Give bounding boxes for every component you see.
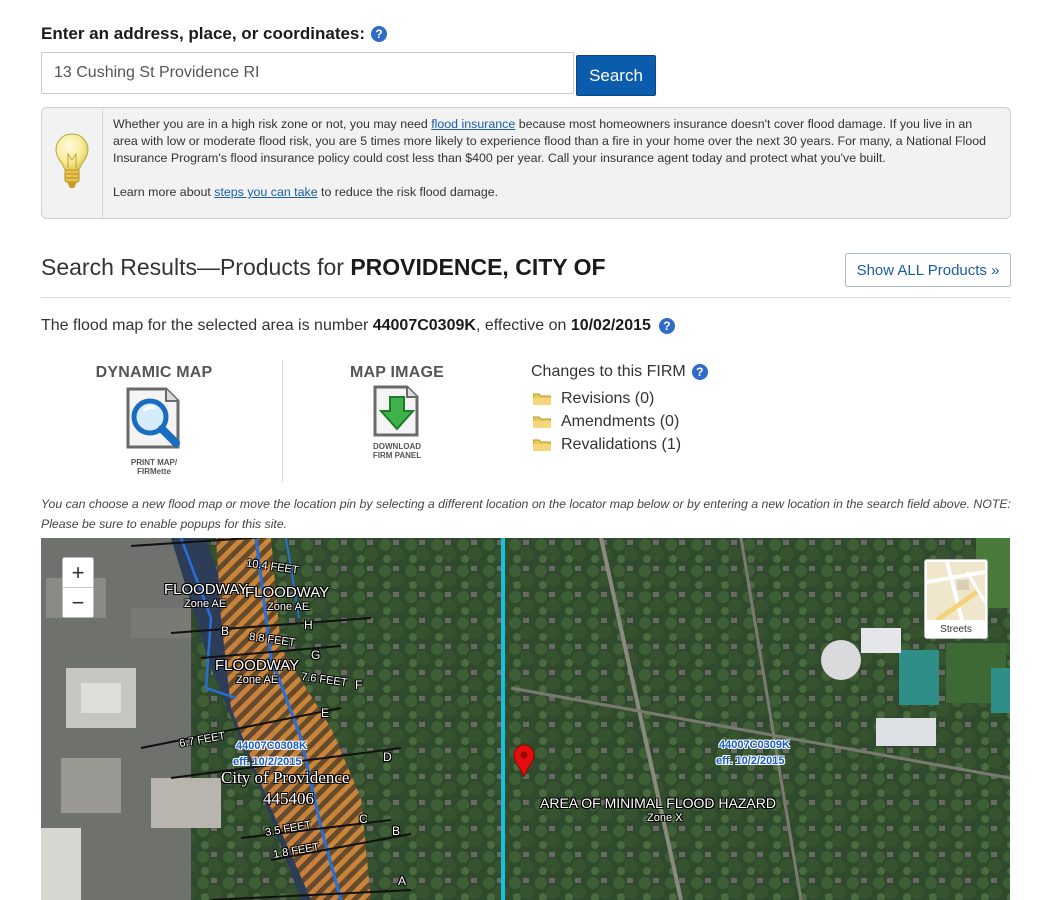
map-image-heading: MAP IMAGE: [350, 364, 444, 381]
flood-prefix: The flood map for the selected area is n…: [41, 317, 373, 334]
changes-panel: Changes to this FIRM ? Revisions (0) Ame…: [531, 363, 708, 456]
map-label: eff. 10/2/2015: [233, 756, 302, 768]
folder-icon: [533, 393, 551, 405]
change-item-revalidations[interactable]: Revalidations (1): [533, 433, 708, 456]
map-label: 10.4 FEET: [245, 557, 300, 577]
steps-link[interactable]: steps you can take: [214, 185, 317, 199]
dynamic-map-heading: DYNAMIC MAP: [95, 364, 213, 381]
map-label: A: [398, 874, 407, 888]
dynamic-map-product[interactable]: DYNAMIC MAP PRINT MAP/FIRMette: [91, 364, 217, 476]
flood-mid: , effective on: [475, 317, 571, 334]
search-input[interactable]: [41, 52, 574, 94]
folder-icon: [533, 416, 551, 428]
map-image-product[interactable]: MAP IMAGE DOWNLOAD FIRM PANEL: [337, 364, 457, 460]
map-label: City of Providence: [221, 768, 350, 787]
basemap-toggle[interactable]: Streets: [924, 559, 988, 639]
map-label: FLOODWAY: [245, 584, 330, 601]
map-label: 445406: [263, 789, 314, 808]
help-icon[interactable]: ?: [658, 318, 675, 334]
info-text: Whether you are in a high risk zone or n…: [113, 116, 993, 201]
map-label: Zone AE: [236, 674, 279, 686]
map-label: 44007C0309K: [719, 739, 790, 751]
map-label: FLOODWAY: [164, 581, 249, 598]
zoom-control: + −: [62, 557, 94, 618]
change-label: Revalidations (1): [561, 435, 682, 453]
image-sub1: DOWNLOAD: [373, 442, 421, 451]
locator-map[interactable]: FLOODWAY Zone AE FLOODWAY Zone AE FLOODW…: [41, 538, 1010, 900]
flood-insurance-link[interactable]: flood insurance: [431, 117, 515, 131]
flood-map-info: The flood map for the selected area is n…: [41, 317, 675, 335]
dynamic-sub2: FIRMette: [137, 467, 171, 476]
map-label: B: [392, 824, 401, 838]
results-title-prefix: Search Results—Products for: [41, 254, 351, 280]
search-label: Enter an address, place, or coordinates:…: [41, 24, 388, 44]
info-p1-text: Whether you are in a high risk zone or n…: [113, 117, 432, 131]
map-label: C: [359, 812, 368, 826]
print-map-icon[interactable]: [122, 385, 186, 451]
map-label: 1.8 FEET: [272, 841, 321, 861]
search-label-text: Enter an address, place, or coordinates:: [41, 24, 366, 43]
map-label: 3.5 FEET: [264, 819, 313, 839]
map-label: AREA OF MINIMAL FLOOD HAZARD: [540, 795, 776, 811]
map-label: 8.8 FEET: [248, 630, 297, 650]
zoom-out-button[interactable]: −: [63, 588, 93, 617]
change-label: Amendments (0): [561, 412, 680, 430]
locator-note: You can choose a new flood map or move t…: [41, 497, 1011, 531]
map-label: Zone X: [647, 812, 683, 824]
basemap-label: Streets: [940, 624, 972, 635]
map-label: H: [304, 618, 313, 632]
help-icon[interactable]: ?: [691, 364, 708, 380]
map-number: 44007C0309K: [372, 317, 476, 334]
basemap-thumbnail: [927, 562, 985, 620]
help-icon[interactable]: ?: [371, 26, 388, 42]
change-label: Revisions (0): [561, 389, 655, 407]
info-icon-cell: [42, 108, 103, 218]
changes-title: Changes to this FIRM: [531, 363, 686, 380]
map-label: F: [355, 678, 363, 692]
results-place: PROVIDENCE, CITY OF: [350, 254, 606, 280]
map-label: Zone AE: [184, 598, 227, 610]
change-item-revisions[interactable]: Revisions (0): [533, 387, 708, 410]
dynamic-sub1: PRINT MAP/: [130, 458, 178, 467]
change-item-amendments[interactable]: Amendments (0): [533, 410, 708, 433]
results-title: Search Results—Products for PROVIDENCE, …: [41, 254, 606, 281]
map-label: Zone AE: [267, 601, 310, 613]
info-p2-text-cont: to reduce the risk flood damage.: [317, 185, 499, 199]
download-icon[interactable]: [371, 385, 423, 437]
map-label: eff. 10/2/2015: [716, 755, 785, 767]
show-all-products-button[interactable]: Show ALL Products »: [845, 253, 1011, 287]
map-label: 6.7 FEET: [178, 730, 227, 750]
map-label: 7.6 FEET: [300, 670, 349, 690]
search-button[interactable]: Search: [576, 55, 656, 96]
info-p2-text: Learn more about: [113, 185, 215, 199]
map-label: FLOODWAY: [215, 657, 300, 674]
zoom-in-button[interactable]: +: [63, 558, 93, 587]
map-label: D: [383, 750, 392, 764]
column-separator: [282, 360, 283, 482]
lightbulb-icon: [55, 133, 89, 188]
divider: [41, 297, 1011, 298]
folder-icon: [533, 439, 551, 451]
image-sub2: FIRM PANEL: [372, 451, 422, 460]
flood-insurance-info-box: Whether you are in a high risk zone or n…: [41, 107, 1011, 219]
effective-date: 10/02/2015: [570, 317, 651, 334]
map-labels: FLOODWAY Zone AE FLOODWAY Zone AE FLOODW…: [41, 538, 1010, 900]
map-label: 44007C0308K: [236, 740, 307, 752]
map-label: B: [221, 624, 230, 638]
map-label: G: [311, 648, 321, 662]
map-label: E: [321, 706, 330, 720]
